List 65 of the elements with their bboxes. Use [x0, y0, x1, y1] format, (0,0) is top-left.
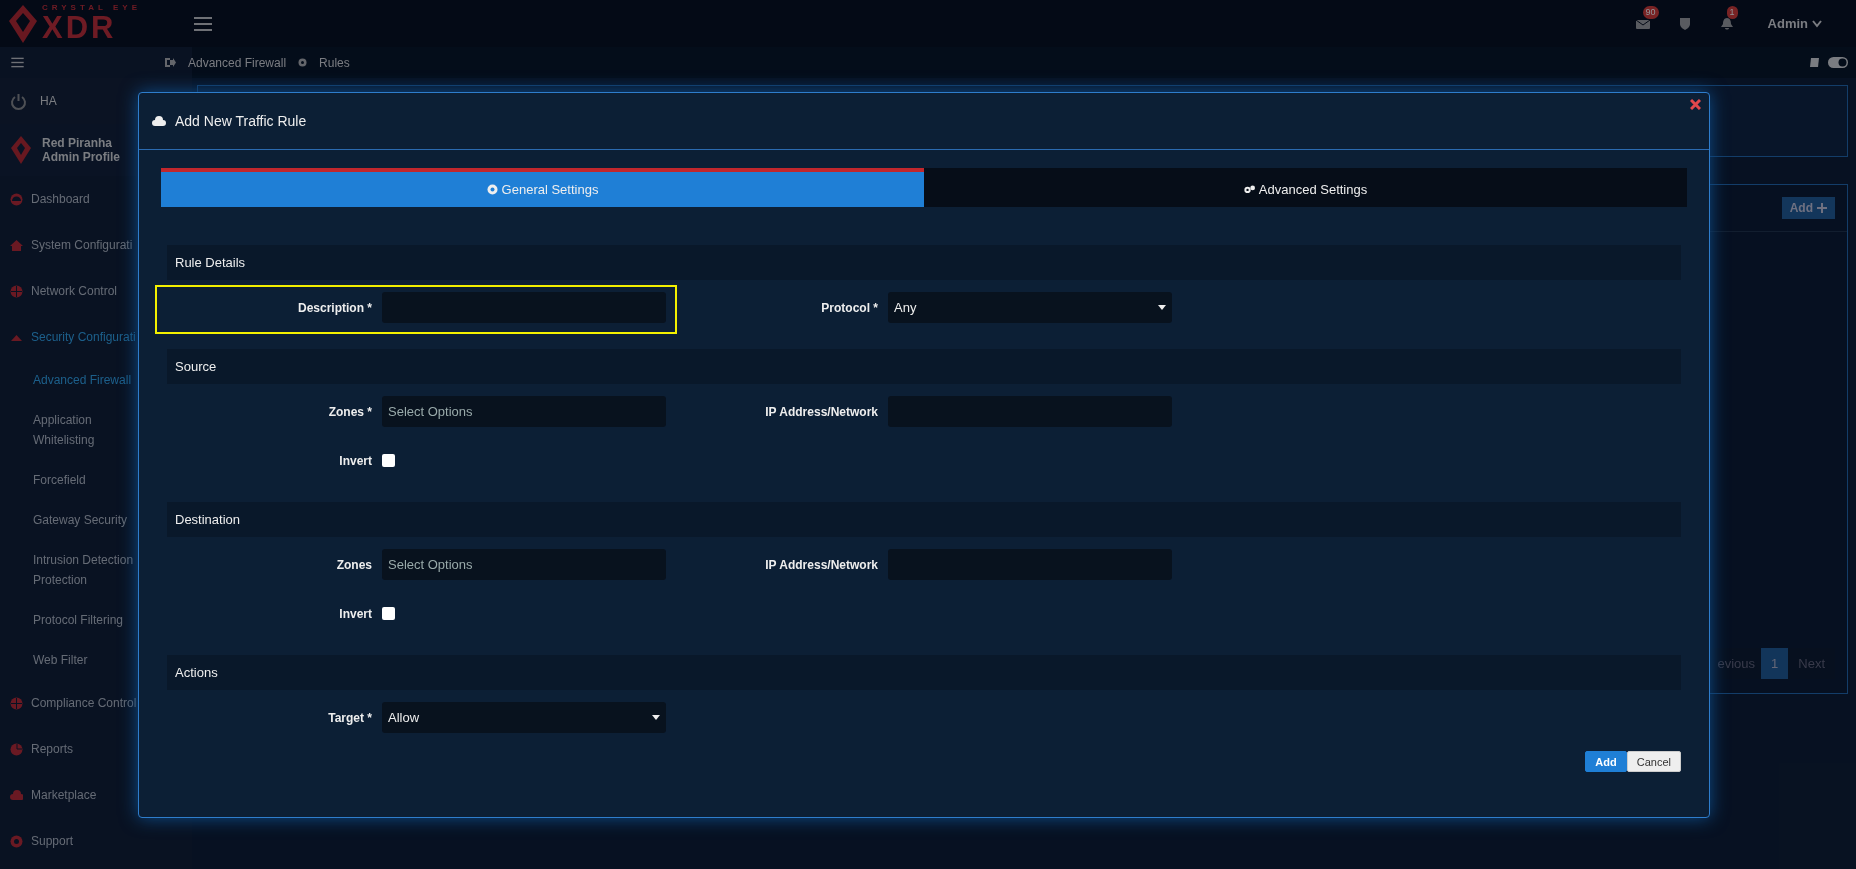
dropdown[interactable]: Allow [382, 702, 666, 733]
sidebar-item[interactable]: Support [0, 818, 192, 864]
globe-icon [10, 284, 23, 298]
caret-down-icon [652, 715, 660, 720]
close-icon[interactable] [1690, 99, 1701, 110]
pie-chart-icon [10, 742, 23, 756]
breadcrumb-link[interactable]: Advanced Firewall [188, 55, 287, 70]
checkbox[interactable] [382, 607, 395, 620]
count-badge: 1 [1726, 5, 1738, 19]
dialog-title: Add New Traffic Rule [175, 113, 307, 129]
field-label: IP Address/Network [764, 404, 878, 419]
section-header: Actions [167, 655, 1681, 690]
field-label: Zones * [327, 404, 372, 419]
sidebar-item[interactable]: Reports [0, 726, 192, 772]
gear-icon [298, 58, 308, 67]
sidebar-item[interactable]: Marketplace [0, 772, 192, 818]
diamond-logo-icon [10, 135, 32, 165]
field-label: Invert [338, 453, 372, 468]
menu-icon[interactable] [11, 57, 24, 68]
shield-icon[interactable] [1677, 16, 1692, 31]
user-menu[interactable]: Admin [1761, 15, 1828, 32]
chevron-down-icon [1812, 19, 1822, 28]
profile-name: Red Piranha [42, 136, 114, 150]
gear-icon [486, 184, 498, 195]
home-icon [10, 238, 23, 252]
lifebuoy-icon [10, 834, 23, 848]
cloud-icon [152, 115, 166, 127]
field-label: Description * [297, 300, 372, 315]
profile-role: Admin Profile [42, 150, 120, 164]
diamond-logo-icon [8, 3, 38, 44]
page-button[interactable]: 1 [1761, 648, 1789, 679]
ha-label: HA [40, 94, 57, 108]
globe-icon [10, 696, 23, 710]
field-label: IP Address/Network [764, 557, 878, 572]
book-icon[interactable] [1809, 57, 1820, 68]
checkbox[interactable] [382, 454, 395, 467]
cancel-button[interactable]: Cancel [1626, 751, 1681, 772]
field-label: Target * [327, 710, 372, 725]
field-label: Protocol * [820, 300, 878, 315]
section-header: Source [167, 349, 1681, 384]
logo-subtitle: CRYSTAL EYE [42, 4, 141, 12]
count-badge: 90 [1642, 5, 1659, 19]
logo-title: XDR [42, 12, 118, 43]
exit-icon[interactable] [164, 57, 176, 68]
input-field[interactable]: Select Options [382, 549, 666, 580]
field-label: Zones [335, 557, 372, 572]
tab[interactable]: Advanced Settings [924, 168, 1687, 207]
toggle-icon[interactable] [1828, 57, 1848, 68]
caret-down-icon [1158, 305, 1166, 310]
field-label: Invert [338, 606, 372, 621]
tab[interactable]: General Settings [161, 168, 924, 207]
dropdown[interactable]: Any [888, 292, 1172, 323]
bell-icon[interactable] [1719, 16, 1734, 31]
power-icon [10, 92, 27, 110]
add-button[interactable]: Add [1585, 751, 1627, 772]
add-button[interactable]: Add [1781, 197, 1835, 219]
plus-icon [1817, 203, 1827, 213]
gauge-icon [10, 192, 23, 206]
input-field[interactable]: Select Options [382, 396, 666, 427]
menu-icon[interactable] [194, 15, 212, 32]
breadcrumb-link[interactable]: Rules [319, 55, 350, 70]
section-header: Destination [167, 502, 1681, 537]
cloud-icon [10, 788, 23, 802]
gears-icon [1243, 184, 1255, 195]
section-header: Rule Details [167, 245, 1681, 280]
